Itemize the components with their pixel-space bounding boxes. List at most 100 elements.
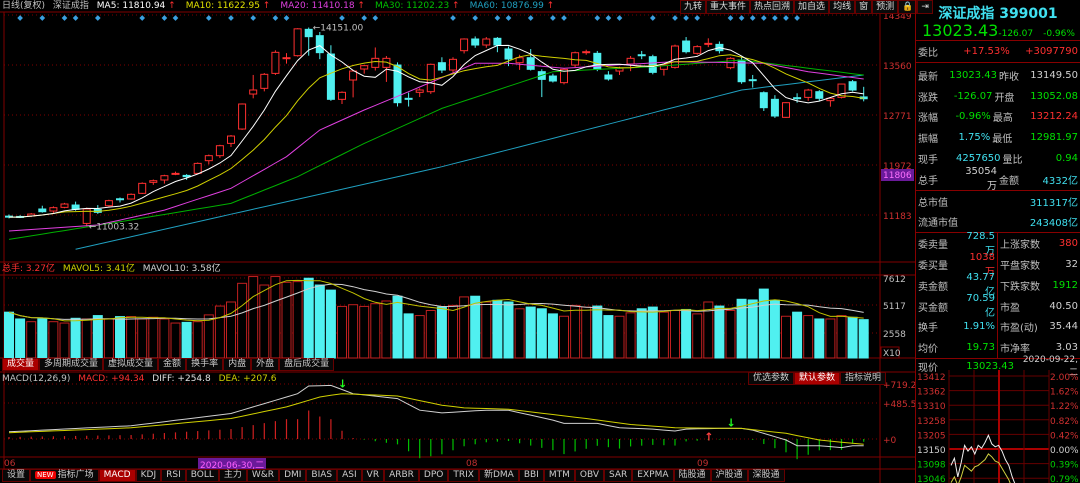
- macd-param-button[interactable]: 默认参数: [794, 372, 841, 385]
- market-cap-row: 总市值 311317亿: [916, 191, 1080, 212]
- indicator-tab[interactable]: NEW 指标广场: [30, 469, 99, 482]
- indicator-tab[interactable]: VR: [361, 469, 385, 482]
- indicator-tab-label: 深股通: [752, 470, 780, 480]
- candle-body: [593, 52, 602, 70]
- volume-bar: [725, 309, 736, 359]
- indicator-tab[interactable]: 陆股通: [673, 469, 711, 482]
- breadth-label: 市盈(动): [1000, 323, 1038, 335]
- price-tick: 11183: [883, 212, 912, 222]
- event-marker-icon: [727, 15, 734, 21]
- candle: [737, 57, 746, 84]
- indicator-tab[interactable]: KDJ: [135, 469, 162, 482]
- breadth-value: 1.91%: [963, 321, 995, 333]
- toolbar-button[interactable]: 热点回溯: [750, 0, 795, 14]
- indicator-tab[interactable]: DMI: [279, 469, 307, 482]
- indicator-tab[interactable]: 设置: [2, 469, 31, 482]
- candle: [5, 214, 13, 219]
- volume-tab[interactable]: 多周期成交量: [39, 358, 104, 371]
- toolbar-button[interactable]: 加自选: [794, 0, 830, 14]
- event-marker-icon: [649, 15, 656, 21]
- kline-chart-area[interactable]: 1434913560127711197211183118067612511725…: [0, 0, 915, 483]
- volume-bar: [448, 304, 458, 359]
- indicator-tab[interactable]: W&R: [246, 469, 280, 482]
- indicator-tab[interactable]: TRIX: [448, 469, 479, 482]
- intraday-price-line: [950, 434, 1016, 483]
- volume-bar: [847, 316, 858, 359]
- candle-body: [804, 89, 813, 98]
- toolbar-button[interactable]: 均线: [829, 0, 856, 14]
- indicator-tab[interactable]: BBI: [518, 469, 544, 482]
- volume-bar: [325, 289, 336, 359]
- indicator-tab[interactable]: MTM: [543, 469, 575, 482]
- indicator-tab[interactable]: 新DMA: [478, 469, 519, 482]
- volume-tab[interactable]: 虚拟成交量: [103, 358, 159, 371]
- breadth-row: 换手 1.91%: [916, 317, 997, 338]
- indicator-tab[interactable]: MACD: [98, 469, 136, 482]
- volume-tab[interactable]: 外盘: [251, 358, 280, 371]
- quote-label-2: 量比: [1002, 155, 1023, 167]
- cap-label: 总市值: [918, 197, 948, 209]
- event-marker-icon: [250, 15, 257, 21]
- quote-row: 涨跌 -126.07 开盘 13052.08: [916, 86, 1080, 107]
- volume-bar: [270, 276, 281, 359]
- volume-bar: [170, 322, 181, 359]
- candle-body: [848, 81, 857, 91]
- candle: [271, 50, 280, 75]
- candle: [371, 47, 380, 71]
- ma-legend-item: MA20: 11410.18 ↑: [280, 1, 365, 11]
- volume-bar: [381, 300, 392, 359]
- volume-bar: [103, 318, 114, 359]
- candle: [60, 202, 69, 209]
- indicator-tab[interactable]: SAR: [604, 469, 633, 482]
- candle: [748, 74, 757, 88]
- toolbar-button[interactable]: 九转: [680, 0, 707, 14]
- event-marker-icon: [39, 15, 46, 21]
- indicator-tab[interactable]: ASI: [337, 469, 362, 482]
- indicator-tab-label: SAR: [609, 470, 628, 480]
- candle-body: [648, 56, 657, 73]
- indicator-tab[interactable]: OBV: [574, 469, 604, 482]
- candle: [682, 37, 691, 54]
- intraday-mini-chart[interactable]: 13412 2.00% 13362 1.62% 13310 1.22% 13258 0.82%…: [916, 370, 1080, 483]
- indicator-tab[interactable]: RSI: [161, 469, 186, 482]
- indicator-tab[interactable]: 主力: [218, 469, 247, 482]
- event-marker-icon: [527, 15, 534, 21]
- intraday-pct-tick: 1.22%: [1050, 402, 1079, 412]
- indicator-tab[interactable]: 沪股通: [710, 469, 748, 482]
- toolbar-button[interactable]: 窗: [855, 0, 873, 14]
- macd-param-button[interactable]: 指标说明: [840, 372, 887, 385]
- candle: [770, 95, 779, 118]
- macd-param-button[interactable]: 优选参数: [748, 372, 795, 385]
- cap-value: 311317亿: [1029, 197, 1078, 209]
- volume-tab[interactable]: 内盘: [223, 358, 252, 371]
- macd-tick: +485.5: [883, 400, 915, 410]
- indicator-tab[interactable]: BIAS: [306, 469, 338, 482]
- indicator-tab[interactable]: ARBR: [384, 469, 419, 482]
- sell-signal-arrow-icon: ↓: [727, 416, 736, 429]
- macd-tick: +0: [883, 436, 897, 446]
- candle-body: [637, 54, 646, 57]
- volume-bar: [126, 316, 137, 359]
- volume-bar: [792, 311, 803, 359]
- candle-body: [693, 46, 702, 54]
- indicator-tab[interactable]: BOLL: [185, 469, 219, 482]
- candle-body: [249, 89, 258, 95]
- toolbar-button[interactable]: 预测: [872, 0, 899, 14]
- volume-tab[interactable]: 盘后成交量: [279, 358, 335, 371]
- intraday-pct-tick: 1.62%: [1050, 388, 1079, 398]
- quote-value-2: 13052.08: [1030, 90, 1078, 102]
- event-marker-icon: [672, 15, 678, 21]
- price-tick: 12771: [883, 112, 912, 122]
- volume-tab[interactable]: 成交量: [2, 358, 40, 371]
- volume-bar: [814, 318, 825, 359]
- candle-body: [404, 97, 413, 100]
- volume-tab[interactable]: 金额: [158, 358, 187, 371]
- volume-tick: 7612: [883, 275, 906, 285]
- indicator-tab[interactable]: DPO: [418, 469, 449, 482]
- candle: [204, 154, 213, 165]
- indicator-tab[interactable]: 深股通: [747, 469, 785, 482]
- candle: [293, 28, 302, 57]
- indicator-tab[interactable]: EXPMA: [632, 469, 674, 482]
- volume-tab[interactable]: 换手率: [186, 358, 224, 371]
- toolbar-button[interactable]: 重大事件: [706, 0, 751, 14]
